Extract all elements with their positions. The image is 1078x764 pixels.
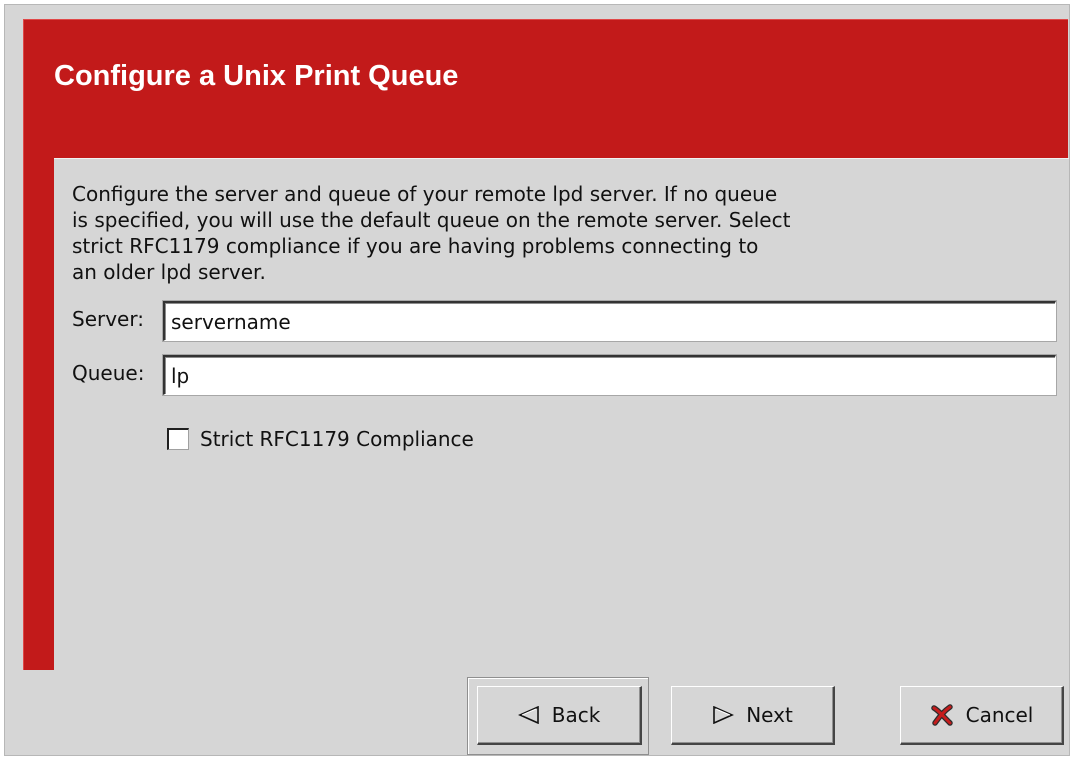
description-text: Configure the server and queue of your r… [72,182,791,284]
next-button-label: Next [746,703,793,727]
queue-label: Queue: [72,361,145,385]
cancel-button[interactable]: Cancel [900,686,1064,745]
cancel-x-icon [930,703,954,727]
strict-rfc1179-checkbox[interactable] [167,428,189,450]
strict-rfc1179-option[interactable]: Strict RFC1179 Compliance [167,424,474,454]
cancel-button-label: Cancel [965,703,1034,727]
queue-input[interactable] [163,355,1056,395]
back-button-label: Back [551,703,601,727]
next-button[interactable]: Next [671,686,835,745]
wizard-header-frame: Configure a Unix Print Queue Configure t… [23,19,1069,671]
print-queue-dialog: Configure a Unix Print Queue Configure t… [4,4,1070,756]
server-label: Server: [72,307,144,331]
back-button[interactable]: Back [477,686,642,745]
next-arrow-icon [712,706,735,724]
server-input[interactable] [163,301,1056,341]
back-arrow-icon [517,706,540,724]
page-title: Configure a Unix Print Queue [54,60,459,92]
wizard-content-panel: Configure the server and queue of your r… [54,158,1069,671]
strict-rfc1179-label: Strict RFC1179 Compliance [200,427,474,451]
